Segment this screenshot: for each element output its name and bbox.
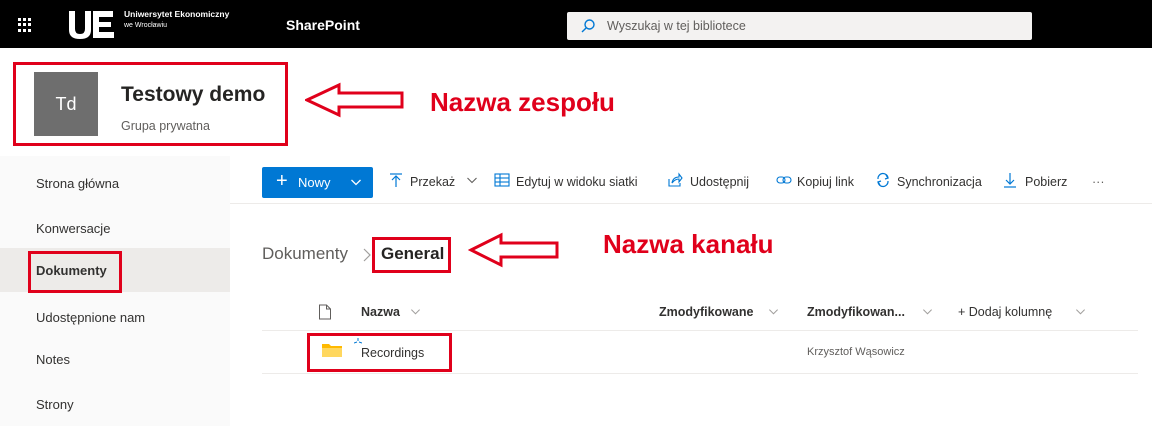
app-launcher-icon[interactable] xyxy=(18,18,32,32)
link-icon xyxy=(776,176,792,184)
more-options-button[interactable]: ··· xyxy=(1092,175,1105,189)
sync-icon xyxy=(877,172,889,188)
plus-icon: + xyxy=(276,170,288,192)
copy-link-button[interactable]: Kopiuj link xyxy=(797,175,854,189)
new-button[interactable]: + Nowy xyxy=(262,167,373,198)
download-button[interactable]: Pobierz xyxy=(1025,175,1067,189)
channel-name-highlight-box xyxy=(372,237,451,273)
breadcrumb-root[interactable]: Dokumenty xyxy=(262,244,348,264)
app-name-link[interactable]: SharePoint xyxy=(286,17,360,33)
file-type-header-icon[interactable] xyxy=(318,304,332,320)
new-button-label: Nowy xyxy=(298,175,331,190)
column-header-modified[interactable]: Zmodyfikowane xyxy=(659,305,753,319)
team-name-highlight-box xyxy=(13,62,288,146)
nav-item-conversations[interactable]: Konwersacje xyxy=(36,221,110,236)
team-arrow-icon xyxy=(305,82,404,118)
upload-button[interactable]: Przekaż xyxy=(410,175,455,189)
share-button[interactable]: Udostępnij xyxy=(690,175,749,189)
search-placeholder: Wyszukaj w tej bibliotece xyxy=(607,19,746,33)
sync-button[interactable]: Synchronizacja xyxy=(897,175,982,189)
channel-name-annotation: Nazwa kanału xyxy=(603,229,774,259)
chevron-down-icon xyxy=(351,179,361,186)
breadcrumb-chevron-right-icon xyxy=(363,248,371,262)
search-box[interactable]: Wyszukaj w tej bibliotece xyxy=(567,12,1032,40)
team-name-annotation: Nazwa zespołu xyxy=(430,87,615,117)
name-sort-chevron-icon[interactable] xyxy=(410,306,421,317)
row-modified-by[interactable]: Krzysztof Wąsowicz xyxy=(807,346,905,358)
search-icon xyxy=(581,19,595,33)
upload-chevron-down-icon[interactable] xyxy=(466,174,478,186)
row-divider xyxy=(262,373,1138,374)
nav-item-shared-with-us[interactable]: Udostępnione nam xyxy=(36,310,145,325)
download-icon xyxy=(1004,173,1016,188)
org-name-line1: Uniwersytet Ekonomiczny xyxy=(124,9,230,19)
university-logo-icon[interactable] xyxy=(67,9,117,39)
share-icon xyxy=(668,172,683,187)
documents-highlight-box xyxy=(28,251,122,293)
grid-view-icon xyxy=(494,173,510,187)
channel-arrow-icon xyxy=(468,232,559,268)
column-header-modified-by[interactable]: Zmodyfikowan... xyxy=(807,305,905,319)
suite-header: Uniwersytet Ekonomiczny we Wrocławiu Sha… xyxy=(0,0,1152,48)
column-header-name[interactable]: Nazwa xyxy=(361,305,400,319)
modified-by-sort-chevron-icon[interactable] xyxy=(922,306,933,317)
add-column-chevron-icon[interactable] xyxy=(1075,306,1086,317)
nav-item-pages[interactable]: Strony xyxy=(36,397,74,412)
modified-sort-chevron-icon[interactable] xyxy=(768,306,779,317)
org-name: Uniwersytet Ekonomiczny we Wrocławiu xyxy=(124,9,229,31)
add-column-button[interactable]: + Dodaj kolumnę xyxy=(958,305,1052,319)
nav-item-home[interactable]: Strona główna xyxy=(36,176,119,191)
recordings-highlight-box xyxy=(307,333,452,372)
upload-icon xyxy=(390,173,402,187)
grid-edit-button[interactable]: Edytuj w widoku siatki xyxy=(516,175,638,189)
org-name-line2: we Wrocławiu xyxy=(124,22,168,29)
nav-item-notes[interactable]: Notes xyxy=(36,352,70,367)
